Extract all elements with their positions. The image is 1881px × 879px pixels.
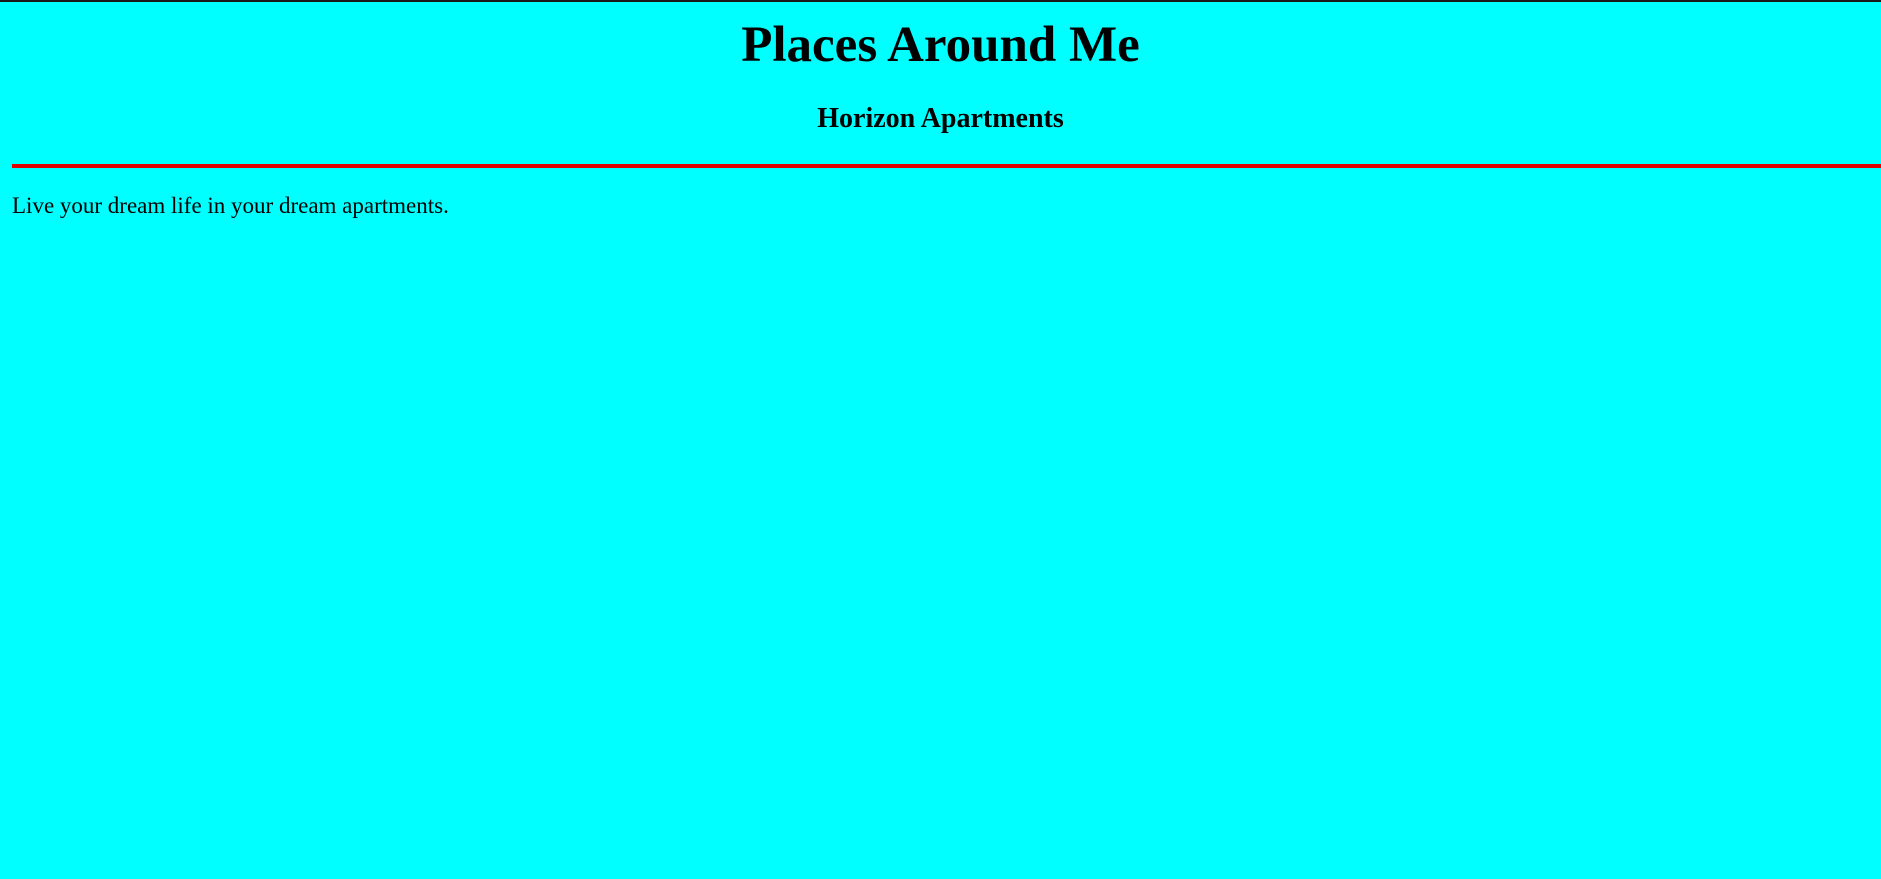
page-title: Places Around Me	[741, 17, 1140, 73]
tagline-text: Live your dream life in your dream apart…	[12, 193, 449, 218]
divider	[12, 164, 1881, 168]
page-subtitle: Horizon Apartments	[817, 103, 1064, 134]
